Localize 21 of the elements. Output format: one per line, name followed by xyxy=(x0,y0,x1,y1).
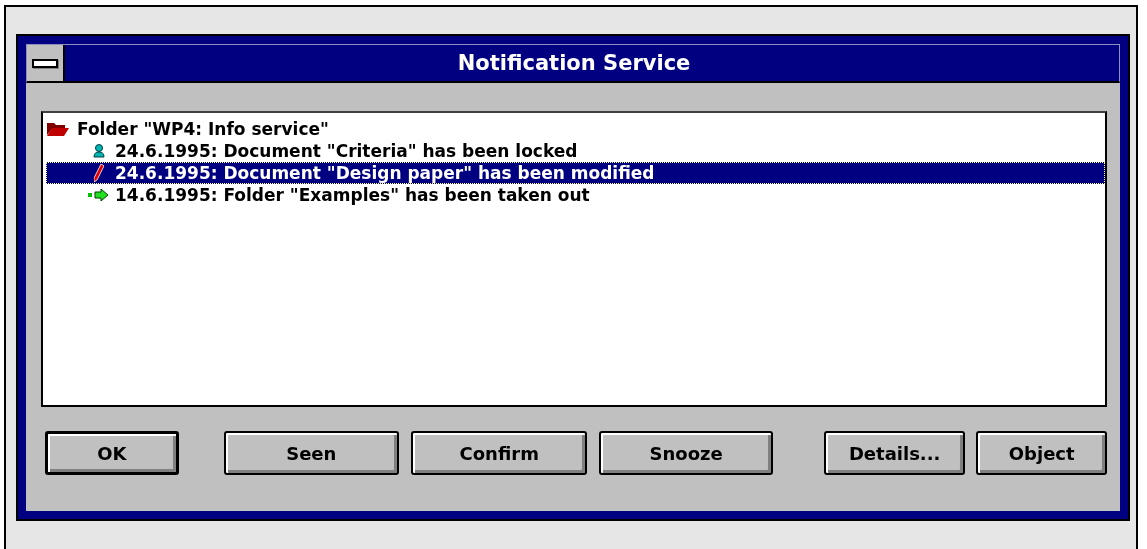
list-item[interactable]: 24.6.1995: Document "Criteria" has been locked xyxy=(46,140,1105,162)
dialog-button[interactable]: Object xyxy=(976,431,1107,475)
pencil-icon xyxy=(94,164,104,182)
window-title: Notification Service xyxy=(456,50,692,77)
dialog-button[interactable]: Seen xyxy=(223,431,399,475)
list-item[interactable]: 14.6.1995: Folder "Examples" has been taken out xyxy=(46,184,1105,206)
item-text: Folder "WP4: Info service" xyxy=(77,119,329,139)
list-item[interactable]: 24.6.1995: Document "Design paper" has been modified xyxy=(46,162,1105,184)
dialog-button[interactable]: Details... xyxy=(823,431,966,475)
person-icon xyxy=(93,144,105,158)
item-text: 24.6.1995: Document "Criteria" has been locked xyxy=(115,141,578,161)
item-text: 14.6.1995: Folder "Examples" has been taken out xyxy=(115,185,590,205)
folder-icon xyxy=(47,122,69,136)
dialog-button[interactable]: OK xyxy=(45,431,179,475)
notification-list[interactable]: Folder "WP4: Info service" 24.6.1995: Document "Criteria" has been locked 24.6.1995: Document "Design paper" has been modified 14.6.1995: Folder "Examples" has been taken out xyxy=(41,111,1107,407)
arrow-icon xyxy=(88,189,110,201)
dialog-button[interactable]: Snooze xyxy=(599,431,773,475)
list-item[interactable]: Folder "WP4: Info service" xyxy=(46,118,1105,140)
item-text: 24.6.1995: Document "Design paper" has been modified xyxy=(115,163,655,183)
dialog-button[interactable]: Confirm xyxy=(411,431,588,475)
system-menu-button[interactable] xyxy=(27,45,65,81)
